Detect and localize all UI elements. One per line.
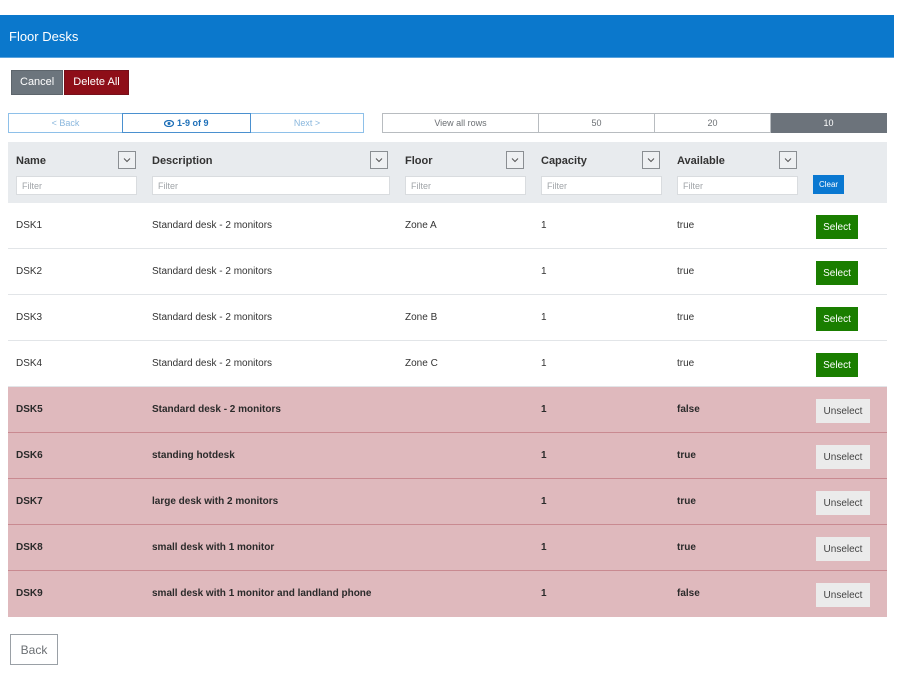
unselect-button[interactable]: Unselect bbox=[816, 399, 870, 423]
unselect-button[interactable]: Unselect bbox=[816, 583, 870, 607]
cell-description: Standard desk - 2 monitors bbox=[152, 266, 273, 277]
cell-description: Standard desk - 2 monitors bbox=[152, 312, 273, 323]
column-label: Available bbox=[677, 155, 725, 167]
cell-available: false bbox=[677, 588, 700, 599]
cell-available: true bbox=[677, 358, 695, 369]
select-button[interactable]: Select bbox=[816, 307, 858, 331]
cell-name: DSK6 bbox=[16, 450, 43, 461]
cell-available: true bbox=[677, 220, 695, 231]
table-row: DSK4 Standard desk - 2 monitors Zone C 1 tru… bbox=[8, 341, 887, 387]
cell-name: DSK9 bbox=[16, 588, 43, 599]
cell-available: true bbox=[677, 312, 695, 323]
cell-description: large desk with 2 monitors bbox=[152, 496, 279, 507]
rows-option-50[interactable]: 50 bbox=[539, 113, 655, 133]
cell-name: DSK7 bbox=[16, 496, 43, 507]
cell-name: DSK5 bbox=[16, 404, 43, 415]
cell-floor: Zone C bbox=[405, 358, 438, 369]
cell-name: DSK1 bbox=[16, 220, 43, 231]
table-row: DSK7 large desk with 2 monitors 1 true Unsel… bbox=[8, 479, 887, 525]
table-row: DSK8 small desk with 1 monitor 1 true Unsele… bbox=[8, 525, 887, 571]
filter-input-floor[interactable] bbox=[405, 176, 526, 195]
cell-description: Standard desk - 2 monitors bbox=[152, 220, 273, 231]
cell-description: Standard desk - 2 monitors bbox=[152, 358, 273, 369]
table-row: DSK1 Standard desk - 2 monitors Zone A 1 tru… bbox=[8, 203, 887, 249]
column-label: Floor bbox=[405, 155, 433, 167]
cell-available: true bbox=[677, 496, 696, 507]
column-header-available: Available bbox=[669, 142, 805, 203]
action-toolbar: Cancel Delete All bbox=[11, 70, 129, 95]
cell-name: DSK8 bbox=[16, 542, 43, 553]
table-row: DSK2 Standard desk - 2 monitors 1 true Selec… bbox=[8, 249, 887, 295]
filter-input-available[interactable] bbox=[677, 176, 798, 195]
cell-available: false bbox=[677, 404, 700, 415]
chevron-down-icon[interactable] bbox=[779, 151, 797, 169]
eye-icon bbox=[164, 118, 177, 128]
cell-capacity: 1 bbox=[541, 220, 547, 231]
cell-floor: Zone B bbox=[405, 312, 438, 323]
column-header-description: Description bbox=[144, 142, 397, 203]
column-header-name: Name bbox=[8, 142, 144, 203]
chevron-down-icon[interactable] bbox=[370, 151, 388, 169]
column-label: Capacity bbox=[541, 155, 587, 167]
cell-capacity: 1 bbox=[541, 358, 547, 369]
chevron-down-icon[interactable] bbox=[642, 151, 660, 169]
column-label: Description bbox=[152, 155, 213, 167]
cell-description: Standard desk - 2 monitors bbox=[152, 404, 281, 415]
cell-name: DSK4 bbox=[16, 358, 43, 369]
cell-capacity: 1 bbox=[541, 496, 547, 507]
rows-option-all[interactable]: View all rows bbox=[382, 113, 539, 133]
pager-back-button[interactable]: < Back bbox=[8, 113, 122, 133]
cell-available: true bbox=[677, 542, 696, 553]
table-row: DSK3 Standard desk - 2 monitors Zone B 1 tru… bbox=[8, 295, 887, 341]
cell-name: DSK2 bbox=[16, 266, 43, 277]
pager-next-button[interactable]: Next > bbox=[251, 113, 364, 133]
cancel-button[interactable]: Cancel bbox=[11, 70, 64, 95]
rows-option-10[interactable]: 10 bbox=[771, 113, 887, 133]
back-button[interactable]: Back bbox=[10, 634, 58, 665]
column-header-floor: Floor bbox=[397, 142, 533, 203]
pager-info-label: 1-9 of 9 bbox=[177, 118, 209, 128]
cell-description: small desk with 1 monitor bbox=[152, 542, 275, 553]
select-button[interactable]: Select bbox=[816, 261, 858, 285]
cell-capacity: 1 bbox=[541, 588, 547, 599]
page-title: Floor Desks bbox=[9, 29, 79, 44]
grid-header: Name Description Floor Capacity Availabl… bbox=[8, 142, 887, 203]
unselect-button[interactable]: Unselect bbox=[816, 445, 870, 469]
cell-capacity: 1 bbox=[541, 450, 547, 461]
column-header-capacity: Capacity bbox=[533, 142, 669, 203]
column-label: Name bbox=[16, 155, 46, 167]
table-row: DSK6 standing hotdesk 1 true Unselect bbox=[8, 433, 887, 479]
pager: < Back 1-9 of 9 Next > bbox=[8, 113, 364, 133]
cell-capacity: 1 bbox=[541, 542, 547, 553]
table-row: DSK5 Standard desk - 2 monitors 1 false Unse… bbox=[8, 387, 887, 433]
grid-body: DSK1 Standard desk - 2 monitors Zone A 1 tru… bbox=[8, 203, 887, 617]
cell-available: true bbox=[677, 450, 696, 461]
page-header: Floor Desks bbox=[0, 15, 894, 58]
cell-capacity: 1 bbox=[541, 266, 547, 277]
rows-per-page-selector: View all rows 50 20 10 bbox=[382, 113, 887, 133]
cell-name: DSK3 bbox=[16, 312, 43, 323]
delete-all-button[interactable]: Delete All bbox=[64, 70, 129, 95]
pager-info[interactable]: 1-9 of 9 bbox=[122, 113, 251, 133]
unselect-button[interactable]: Unselect bbox=[816, 537, 870, 561]
chevron-down-icon[interactable] bbox=[506, 151, 524, 169]
cell-capacity: 1 bbox=[541, 404, 547, 415]
filter-input-description[interactable] bbox=[152, 176, 390, 195]
table-row: DSK9 small desk with 1 monitor and landla… bbox=[8, 571, 887, 617]
select-button[interactable]: Select bbox=[816, 215, 858, 239]
unselect-button[interactable]: Unselect bbox=[816, 491, 870, 515]
filter-input-capacity[interactable] bbox=[541, 176, 662, 195]
desks-grid: Name Description Floor Capacity Availabl… bbox=[8, 142, 887, 617]
cell-description: small desk with 1 monitor and landland p… bbox=[152, 588, 372, 599]
cell-available: true bbox=[677, 266, 695, 277]
cell-floor: Zone A bbox=[405, 220, 437, 231]
select-button[interactable]: Select bbox=[816, 353, 858, 377]
filter-input-name[interactable] bbox=[16, 176, 137, 195]
clear-filters-button[interactable]: Clear bbox=[813, 175, 844, 194]
cell-description: standing hotdesk bbox=[152, 450, 235, 461]
cell-capacity: 1 bbox=[541, 312, 547, 323]
rows-option-20[interactable]: 20 bbox=[655, 113, 771, 133]
chevron-down-icon[interactable] bbox=[118, 151, 136, 169]
